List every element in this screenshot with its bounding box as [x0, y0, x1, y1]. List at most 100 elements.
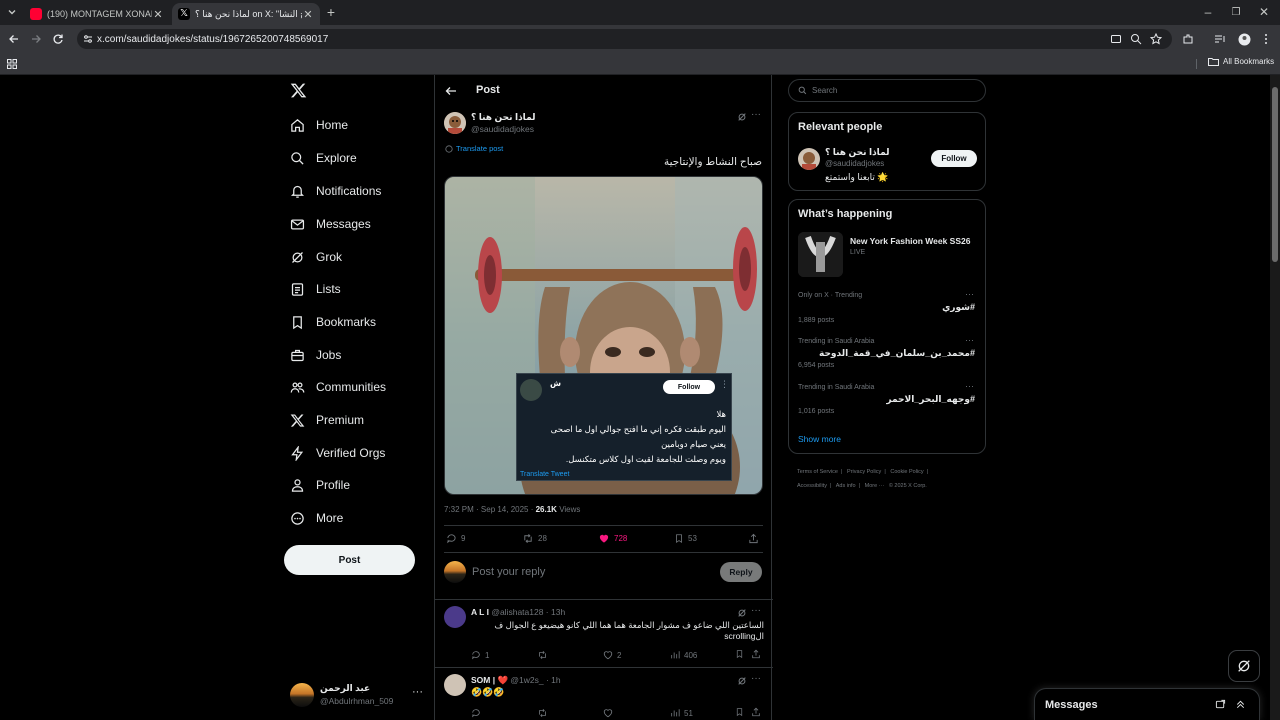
back-icon[interactable] [6, 31, 22, 47]
nav-jobs[interactable]: Jobs [290, 342, 341, 368]
x-logo-home-link[interactable] [290, 82, 307, 99]
views-action[interactable]: 406 [670, 650, 697, 660]
nav-grok[interactable]: Grok [290, 244, 342, 270]
grok-explain-icon[interactable] [737, 676, 747, 686]
person-name[interactable]: لماذا نحن هنا ؟ [825, 147, 889, 158]
show-more-link[interactable]: Show more [798, 434, 841, 444]
nav-communities[interactable]: Communities [290, 374, 386, 400]
close-tab-icon[interactable]: ✕ [152, 8, 164, 21]
nav-premium[interactable]: Premium [290, 407, 364, 433]
forward-icon[interactable] [28, 31, 44, 47]
bookmark-star-icon[interactable] [1148, 31, 1164, 47]
reply-handle[interactable]: @1w2s_ · 1h [510, 675, 560, 685]
nav-notifications[interactable]: Notifications [290, 178, 381, 204]
zoom-icon[interactable] [1128, 31, 1144, 47]
person-handle[interactable]: @saudidadjokes [825, 159, 884, 168]
back-arrow-icon[interactable] [445, 85, 457, 97]
apps-grid-icon[interactable] [4, 56, 20, 72]
nav-home[interactable]: Home [290, 112, 348, 138]
restore-button[interactable]: ❐ [1228, 4, 1244, 20]
repost-action[interactable]: 28 [522, 533, 547, 544]
footer-link[interactable]: Privacy Policy [847, 469, 881, 475]
follow-button[interactable]: Follow [931, 150, 977, 167]
grok-explain-icon[interactable] [737, 608, 747, 618]
bookmark-icon[interactable] [735, 649, 744, 659]
messages-drawer[interactable]: Messages [1034, 688, 1260, 720]
trend-item[interactable]: Trending in Saudi Arabia ··· #محمد_بن_سل… [789, 334, 985, 374]
install-app-icon[interactable] [1108, 31, 1124, 47]
scrollbar-track[interactable] [1270, 75, 1280, 720]
nav-bookmarks[interactable]: Bookmarks [290, 309, 376, 335]
reply-tweet[interactable]: SOM | ❤️ @1w2s_ · 1h ··· 🤣🤣🤣 51 [435, 668, 773, 720]
reply-handle[interactable]: @alishata128 · 13h [491, 607, 565, 617]
nav-profile[interactable]: Profile [290, 472, 350, 498]
trend-item[interactable]: Trending in Saudi Arabia ··· #وجهه_البحر… [789, 380, 985, 420]
reply-action[interactable] [471, 708, 485, 718]
avatar[interactable] [444, 674, 466, 696]
like-action[interactable] [603, 708, 617, 718]
event-thumbnail[interactable] [798, 232, 843, 277]
nav-lists[interactable]: Lists [290, 276, 341, 302]
new-message-icon[interactable] [1215, 699, 1226, 710]
event-name[interactable]: New York Fashion Week SS26 [850, 236, 970, 246]
post-button[interactable]: Post [284, 545, 415, 575]
more-dots-icon[interactable]: ··· [965, 381, 974, 391]
profile-avatar-icon[interactable] [1236, 31, 1252, 47]
footer-link[interactable]: Ads info [836, 483, 856, 489]
avatar[interactable] [798, 148, 820, 170]
bookmark-action[interactable]: 53 [674, 533, 697, 544]
nav-explore[interactable]: Explore [290, 145, 357, 171]
translate-post-link[interactable]: Translate post [445, 144, 503, 153]
close-window-button[interactable]: ✕ [1256, 4, 1272, 20]
site-info-icon[interactable] [83, 34, 93, 44]
reply-tweet[interactable]: A L I @alishata128 · 13h ··· الساعتين ال… [435, 600, 773, 666]
share-action[interactable] [748, 533, 763, 544]
repost-action[interactable] [537, 708, 552, 718]
nav-messages[interactable]: Messages [290, 211, 371, 237]
views-action[interactable]: 51 [670, 708, 693, 718]
footer-link[interactable]: Accessibility [797, 483, 827, 489]
reply-button[interactable]: Reply [720, 562, 762, 582]
footer-link[interactable]: Cookie Policy [890, 469, 923, 475]
nav-more[interactable]: More [290, 505, 343, 531]
bookmark-icon[interactable] [735, 707, 744, 717]
reply-action[interactable]: 1 [471, 650, 489, 660]
avatar[interactable] [444, 112, 466, 134]
media-controls-icon[interactable] [1212, 31, 1228, 47]
account-switcher[interactable]: عبد الرحمن @Abdulrhman_509 ··· [288, 680, 428, 710]
share-icon[interactable] [751, 649, 761, 659]
tab-x-post[interactable]: 𝕏 لماذا نحن هنا ؟ on X: "صباح النشا ✕ [172, 3, 320, 25]
more-dots-icon[interactable]: ··· [751, 109, 761, 120]
chrome-menu-icon[interactable] [1258, 31, 1274, 47]
reply-author[interactable]: SOM | ❤️ [471, 675, 508, 685]
nav-verified-orgs[interactable]: Verified Orgs [290, 440, 385, 466]
reply-input[interactable]: Post your reply [472, 566, 545, 578]
tweet-timestamp[interactable]: 7:32 PM · Sep 14, 2025 · [444, 505, 536, 514]
minimize-button[interactable]: – [1200, 4, 1216, 20]
like-action[interactable]: 728 [598, 533, 627, 544]
search-bar[interactable]: Search [788, 79, 986, 102]
search-input[interactable]: Search [812, 86, 837, 95]
close-tab-icon[interactable]: ✕ [302, 8, 314, 21]
footer-link[interactable]: More ··· [865, 483, 885, 489]
more-dots-icon[interactable]: ··· [965, 289, 974, 299]
author-handle[interactable]: @saudidadjokes [471, 124, 534, 134]
grok-floating-button[interactable] [1228, 650, 1260, 682]
reply-action[interactable]: 9 [446, 533, 465, 544]
grok-explain-icon[interactable] [737, 112, 747, 122]
footer-link[interactable]: Terms of Service [797, 469, 838, 475]
tweet-image[interactable]: ش Follow ⋮ هلا اليوم طبقت فكره إني ما اف… [444, 176, 763, 495]
all-bookmarks-button[interactable]: All Bookmarks [1208, 57, 1274, 66]
new-tab-button[interactable]: + [323, 4, 339, 20]
more-dots-icon[interactable]: ··· [751, 673, 761, 684]
more-dots-icon[interactable]: ··· [965, 335, 974, 345]
share-icon[interactable] [751, 707, 761, 717]
expand-chevron-icon[interactable] [1235, 699, 1246, 710]
tab-youtube[interactable]: (190) MONTAGEM XONADA - Y ✕ [24, 3, 170, 25]
author-name[interactable]: لماذا نحن هنا ؟ [471, 112, 535, 123]
repost-action[interactable] [537, 650, 552, 660]
scrollbar-thumb[interactable] [1272, 87, 1278, 262]
more-dots-icon[interactable]: ··· [751, 605, 761, 616]
like-action[interactable]: 2 [603, 650, 621, 660]
extensions-icon[interactable] [1180, 31, 1196, 47]
